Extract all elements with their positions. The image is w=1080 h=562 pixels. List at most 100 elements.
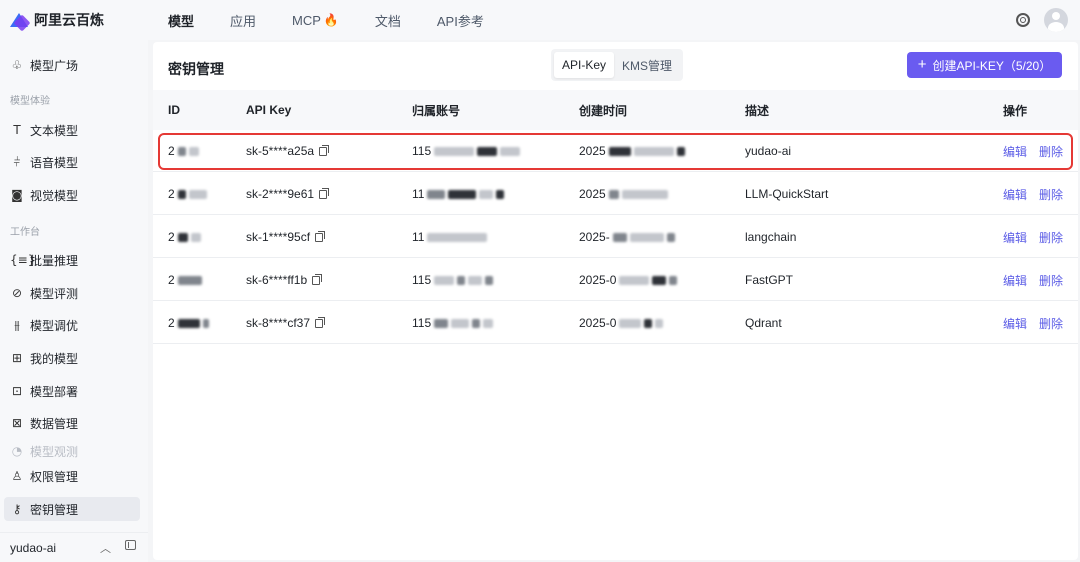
col-id: ID xyxy=(168,103,180,117)
sidebar-item-model-square[interactable]: ♧ 模型广场 xyxy=(4,53,140,77)
deploy-box-icon: ⊡ xyxy=(11,384,23,398)
sidebar-item-label: 数据管理 xyxy=(30,416,79,431)
sidebar-item-data-management[interactable]: ⊠ 数据管理 xyxy=(4,411,140,435)
cell-created: 2025 xyxy=(579,173,668,215)
sidebar-item-model-eval[interactable]: ⊘ 模型评测 xyxy=(4,281,140,305)
table-row: 2 sk-6****ff1b 115 2025-0 FastGPT 编辑 删除 xyxy=(153,259,1078,301)
edit-link[interactable]: 编辑 xyxy=(1003,143,1027,160)
braces-list-icon: {≡} xyxy=(10,253,36,267)
cell-ops: 编辑 删除 xyxy=(1003,216,1063,258)
sidebar: ♧ 模型广场 模型体验 T 文本模型 ⫩ 语音模型 ◙ 视觉模型 工作台 {≡}… xyxy=(0,40,148,562)
edit-link[interactable]: 编辑 xyxy=(1003,229,1027,246)
logo-text: 阿里云百炼 xyxy=(34,12,104,28)
cell-account: 115 xyxy=(412,302,494,344)
cell-account: 11 xyxy=(412,216,488,258)
cell-id: 2 xyxy=(168,259,202,301)
nav-item-mcp[interactable]: MCP 🔥 xyxy=(292,13,339,28)
app-logo[interactable]: 阿里云百炼 xyxy=(0,10,150,32)
main-panel: 密钥管理 API-Key KMS管理 + 创建API-KEY（5/20） ID … xyxy=(153,42,1078,560)
cell-account: 11 xyxy=(412,173,505,215)
tab-api-key[interactable]: API-Key xyxy=(554,52,615,78)
nav-item-models[interactable]: 模型 xyxy=(168,11,194,30)
sidebar-item-key-management[interactable]: ⚷ 密钥管理 xyxy=(4,497,140,521)
copy-icon[interactable] xyxy=(319,187,330,199)
cell-created: 2025-0 xyxy=(579,259,678,301)
sidebar-item-permissions[interactable]: ♙ 权限管理 xyxy=(4,464,140,488)
cell-id: 2 xyxy=(168,130,199,172)
delete-link[interactable]: 删除 xyxy=(1039,229,1063,246)
sidebar-item-my-models[interactable]: ⊞ 我的模型 xyxy=(4,346,140,370)
sidebar-item-label: 语音模型 xyxy=(30,155,79,170)
edit-link[interactable]: 编辑 xyxy=(1003,186,1027,203)
edit-link[interactable]: 编辑 xyxy=(1003,315,1027,332)
cell-desc: FastGPT xyxy=(745,273,794,287)
create-api-key-button[interactable]: + 创建API-KEY（5/20） xyxy=(907,52,1062,78)
copy-icon[interactable] xyxy=(312,273,323,285)
nav-item-docs[interactable]: 文档 xyxy=(375,11,401,30)
cell-api-key: sk-5****a25a xyxy=(246,130,330,172)
collapse-sidebar-icon[interactable] xyxy=(125,539,136,550)
table-header: ID API Key 归属账号 创建时间 描述 操作 xyxy=(153,90,1078,130)
user-avatar[interactable] xyxy=(1044,8,1068,32)
sidebar-item-label: 模型调优 xyxy=(30,318,79,333)
col-ops: 操作 xyxy=(1003,103,1028,118)
cell-id: 2 xyxy=(168,216,201,258)
copy-icon[interactable] xyxy=(315,230,326,242)
delete-link[interactable]: 删除 xyxy=(1039,315,1063,332)
col-created: 创建时间 xyxy=(579,103,628,118)
delete-link[interactable]: 删除 xyxy=(1039,186,1063,203)
sidebar-group-experience: 模型体验 xyxy=(10,96,50,107)
copy-icon[interactable] xyxy=(315,316,326,328)
cell-account: 115 xyxy=(412,259,494,301)
sidebar-item-label: 模型评测 xyxy=(30,286,79,301)
sidebar-item-label: 模型广场 xyxy=(30,58,79,73)
cell-api-key: sk-2****9e61 xyxy=(246,173,330,215)
sidebar-item-label: 权限管理 xyxy=(30,469,79,484)
cell-created: 2025-0 xyxy=(579,302,664,344)
sidebar-item-model-tuning[interactable]: ⫵ 模型调优 xyxy=(4,313,140,337)
sidebar-item-label: 模型观测 xyxy=(30,444,79,459)
delete-link[interactable]: 删除 xyxy=(1039,272,1063,289)
sidebar-item-batch-inference[interactable]: {≡} 批量推理 xyxy=(4,248,140,272)
nav-item-api-ref[interactable]: API参考 xyxy=(437,11,484,30)
sidebar-item-model-deploy[interactable]: ⊡ 模型部署 xyxy=(4,379,140,403)
chevron-up-icon[interactable]: ︿ xyxy=(100,540,111,556)
cell-account: 115 xyxy=(412,130,521,172)
cell-desc: Qdrant xyxy=(745,316,782,330)
table-row: 2 sk-5****a25a 115 2025 yudao-ai 编辑 删除 xyxy=(153,130,1078,172)
edit-link[interactable]: 编辑 xyxy=(1003,272,1027,289)
copy-icon[interactable] xyxy=(319,144,330,156)
sidebar-item-label: 文本模型 xyxy=(30,123,79,138)
chart-box-icon: ⊠ xyxy=(11,416,23,430)
cell-api-key: sk-8****cf37 xyxy=(246,302,326,344)
logo-icon xyxy=(10,11,31,32)
compass-icon: ⊘ xyxy=(11,286,23,300)
workspace-name[interactable]: yudao-ai xyxy=(10,541,56,555)
cell-ops: 编辑 删除 xyxy=(1003,130,1063,172)
settings-gear-icon[interactable] xyxy=(1016,13,1030,27)
sidebar-item-vision-model[interactable]: ◙ 视觉模型 xyxy=(4,183,140,207)
nav-item-apps[interactable]: 应用 xyxy=(230,11,256,30)
observe-icon: ◔ xyxy=(11,444,23,458)
sidebar-item-label: 批量推理 xyxy=(30,253,79,268)
waveform-icon: ⫩ xyxy=(13,154,21,169)
sidebar-footer: yudao-ai ︿ xyxy=(0,532,148,562)
sidebar-item-label: 密钥管理 xyxy=(30,502,79,517)
camera-icon: ◙ xyxy=(11,188,23,202)
sidebar-item-model-observe[interactable]: ◔ 模型观测 xyxy=(4,443,140,459)
cell-desc: yudao-ai xyxy=(745,144,792,158)
sliders-icon: ⫵ xyxy=(14,317,20,332)
flame-icon: 🔥 xyxy=(323,13,339,27)
table-row: 2 sk-8****cf37 115 2025-0 Qdrant 编辑 删除 xyxy=(153,302,1078,344)
nav-item-mcp-label: MCP xyxy=(292,12,321,28)
delete-link[interactable]: 删除 xyxy=(1039,143,1063,160)
text-t-icon: T xyxy=(13,123,21,137)
key-icon: ⚷ xyxy=(12,502,22,516)
cell-created: 2025- xyxy=(579,216,675,258)
sidebar-item-voice-model[interactable]: ⫩ 语音模型 xyxy=(4,150,140,174)
tab-kms[interactable]: KMS管理 xyxy=(614,52,680,78)
sidebar-item-text-model[interactable]: T 文本模型 xyxy=(4,118,140,142)
table-row: 2 sk-1****95cf 11 2025- langchain 编辑 删除 xyxy=(153,216,1078,258)
top-nav-bar: 阿里云百炼 模型 应用 MCP 🔥 文档 API参考 xyxy=(0,0,1080,40)
table-row: 2 sk-2****9e61 11 2025 LLM-QuickStart 编辑… xyxy=(153,173,1078,215)
